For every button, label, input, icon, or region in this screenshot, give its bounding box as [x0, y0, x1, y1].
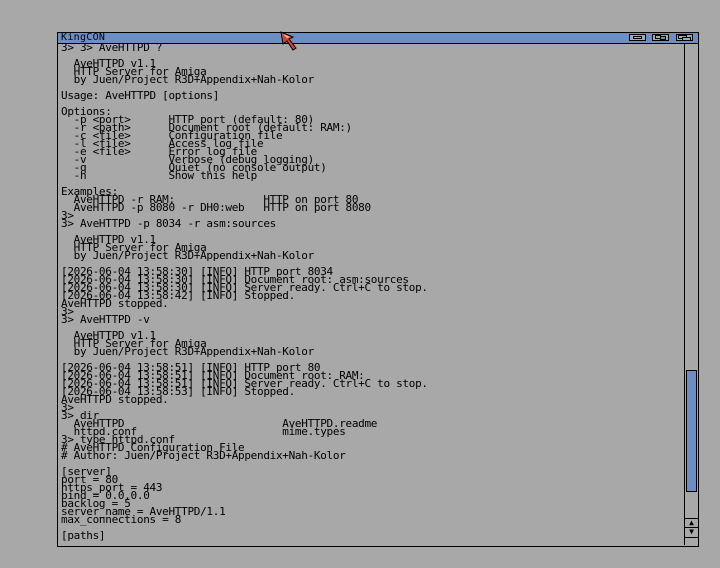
mouse-pointer-icon [280, 31, 297, 51]
depth-button[interactable] [676, 34, 693, 41]
vertical-scrollbar[interactable]: ▲ ▼ [684, 44, 698, 545]
terminal-output[interactable]: 3> 3> AveHTTPD ? AveHTTPD v1.1 HTTP Serv… [61, 44, 681, 542]
window-title: KingCON [61, 32, 106, 43]
title-bar[interactable]: KingCON [58, 32, 698, 44]
console-window[interactable]: KingCON 3> 3> AveHTTPD ? AveHTTPD v1.1 H… [57, 32, 699, 547]
scroll-track[interactable] [685, 44, 698, 514]
scroll-up-arrow-icon[interactable]: ▲ [685, 518, 698, 527]
zoom-button[interactable] [652, 34, 669, 41]
iconify-button[interactable] [629, 34, 646, 41]
resize-gadget[interactable] [685, 537, 698, 545]
scroll-thumb[interactable] [686, 370, 697, 492]
scroll-down-arrow-icon[interactable]: ▼ [685, 527, 698, 536]
terminal-text: 3> 3> AveHTTPD ? AveHTTPD v1.1 HTTP Serv… [61, 44, 428, 542]
